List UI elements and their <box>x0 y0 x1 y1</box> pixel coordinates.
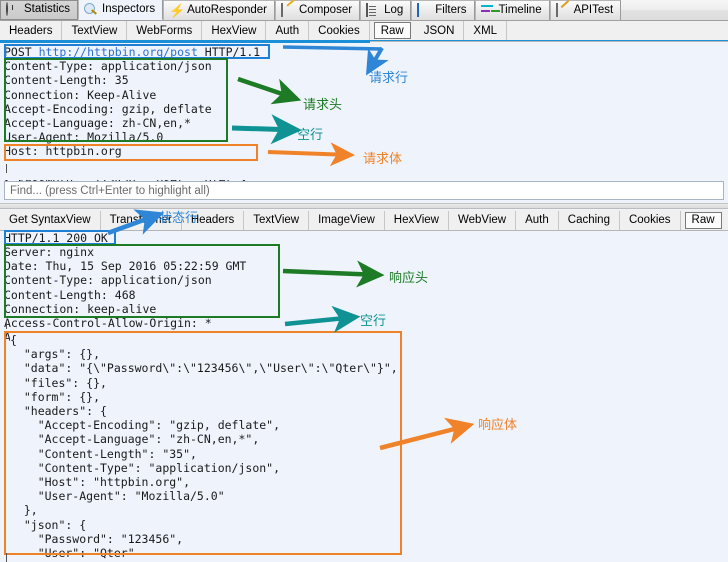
request-inspector-tab-bar: Headers TextView WebForms HexView Auth C… <box>0 21 728 42</box>
tab-composer[interactable]: Composer <box>275 0 361 20</box>
tab-inspectors-label: Inspectors <box>102 2 156 15</box>
request-tab-accent-bar <box>0 40 370 43</box>
response-bottom-caret <box>6 553 7 562</box>
response-headers-text: Server: nginx Date: Thu, 15 Sep 2016 05:… <box>4 245 524 345</box>
bolt-icon: ⚡ <box>169 2 186 18</box>
req-tab-auth[interactable]: Auth <box>266 21 310 40</box>
req-tab-cookies[interactable]: Cookies <box>309 21 370 40</box>
log-icon <box>366 2 380 18</box>
resp-tab-auth[interactable]: Auth <box>516 210 559 230</box>
tab-timeline-label: Timeline <box>498 3 542 16</box>
resp-tab-caching[interactable]: Caching <box>559 210 620 230</box>
resp-tab-get-syntaxview[interactable]: Get SyntaxView <box>0 210 101 230</box>
request-line: POST http://httpbin.org/post HTTP/1.1 <box>4 45 524 59</box>
tab-statistics[interactable]: Statistics <box>0 0 79 20</box>
req-tab-hexview[interactable]: HexView <box>202 21 267 40</box>
request-method: POST <box>4 45 39 59</box>
note-pencil-icon <box>281 2 295 18</box>
tab-log-label: Log <box>384 3 404 16</box>
tab-timeline[interactable]: Timeline <box>474 0 550 20</box>
find-input[interactable]: Find... (press Ctrl+Enter to highlight a… <box>4 181 724 200</box>
resp-tab-headers[interactable]: Headers <box>182 210 245 230</box>
clock-icon <box>6 2 20 17</box>
req-tab-xml[interactable]: XML <box>464 21 508 40</box>
pencil-icon <box>555 2 570 18</box>
timeline-icon <box>481 4 495 18</box>
resp-tab-webview[interactable]: WebView <box>449 210 517 230</box>
request-raw-text[interactable]: POST http://httpbin.org/post HTTP/1.1 Con… <box>4 45 524 188</box>
tab-apitest-label: APITest <box>573 3 614 16</box>
tab-inspectors[interactable]: Inspectors <box>78 0 164 20</box>
req-tab-json[interactable]: JSON <box>415 21 465 40</box>
resp-tab-textview[interactable]: TextView <box>244 210 310 230</box>
tab-autoresponder[interactable]: ⚡ AutoResponder <box>163 0 275 20</box>
find-placeholder-text: Find... (press Ctrl+Enter to highlight a… <box>10 184 210 197</box>
response-status-line: HTTP/1.1 200 OK <box>4 231 524 246</box>
request-headers-text: Content-Type: application/json Content-L… <box>4 59 212 159</box>
tab-apitest[interactable]: APITest <box>549 0 622 20</box>
request-body-caret <box>6 164 7 173</box>
resp-tab-raw[interactable]: Raw <box>684 211 722 229</box>
response-body-caret <box>6 320 7 329</box>
tab-composer-label: Composer <box>299 3 353 16</box>
filter-icon <box>417 2 431 18</box>
req-tab-textview[interactable]: TextView <box>62 21 128 40</box>
request-url[interactable]: http://httpbin.org/post <box>39 45 198 59</box>
fiddler-inspectors-window: Statistics Inspectors ⚡ AutoResponder Co… <box>0 0 728 562</box>
request-tab-divider <box>370 41 728 42</box>
req-tab-raw[interactable]: Raw <box>373 22 411 39</box>
request-version: HTTP/1.1 <box>197 45 261 59</box>
horizontal-splitter[interactable] <box>0 203 728 209</box>
resp-tab-hexview[interactable]: HexView <box>385 210 449 230</box>
response-body-before-url: { "args": {}, "data": "{\"Password\":\"1… <box>10 333 398 562</box>
response-inspector-tab-bar: Get SyntaxView Transformer Headers TextV… <box>0 210 728 231</box>
req-tab-headers[interactable]: Headers <box>0 21 63 40</box>
response-body-text[interactable]: { "args": {}, "data": "{\"Password\":\"1… <box>10 333 530 562</box>
tab-statistics-label: Statistics <box>24 3 71 16</box>
resp-tab-imageview[interactable]: ImageView <box>309 210 385 230</box>
tab-autoresponder-label: AutoResponder <box>187 3 267 16</box>
main-tab-bar: Statistics Inspectors ⚡ AutoResponder Co… <box>0 0 728 21</box>
req-tab-webforms[interactable]: WebForms <box>127 21 203 40</box>
magnifier-icon <box>84 3 98 17</box>
resp-tab-transformer[interactable]: Transformer <box>101 210 182 230</box>
resp-tab-cookies[interactable]: Cookies <box>620 210 681 230</box>
tab-filters-label: Filters <box>435 3 467 16</box>
request-pane-bottom-spacer <box>0 174 728 180</box>
tab-log[interactable]: Log <box>360 0 412 20</box>
tab-filters[interactable]: Filters <box>411 0 475 20</box>
